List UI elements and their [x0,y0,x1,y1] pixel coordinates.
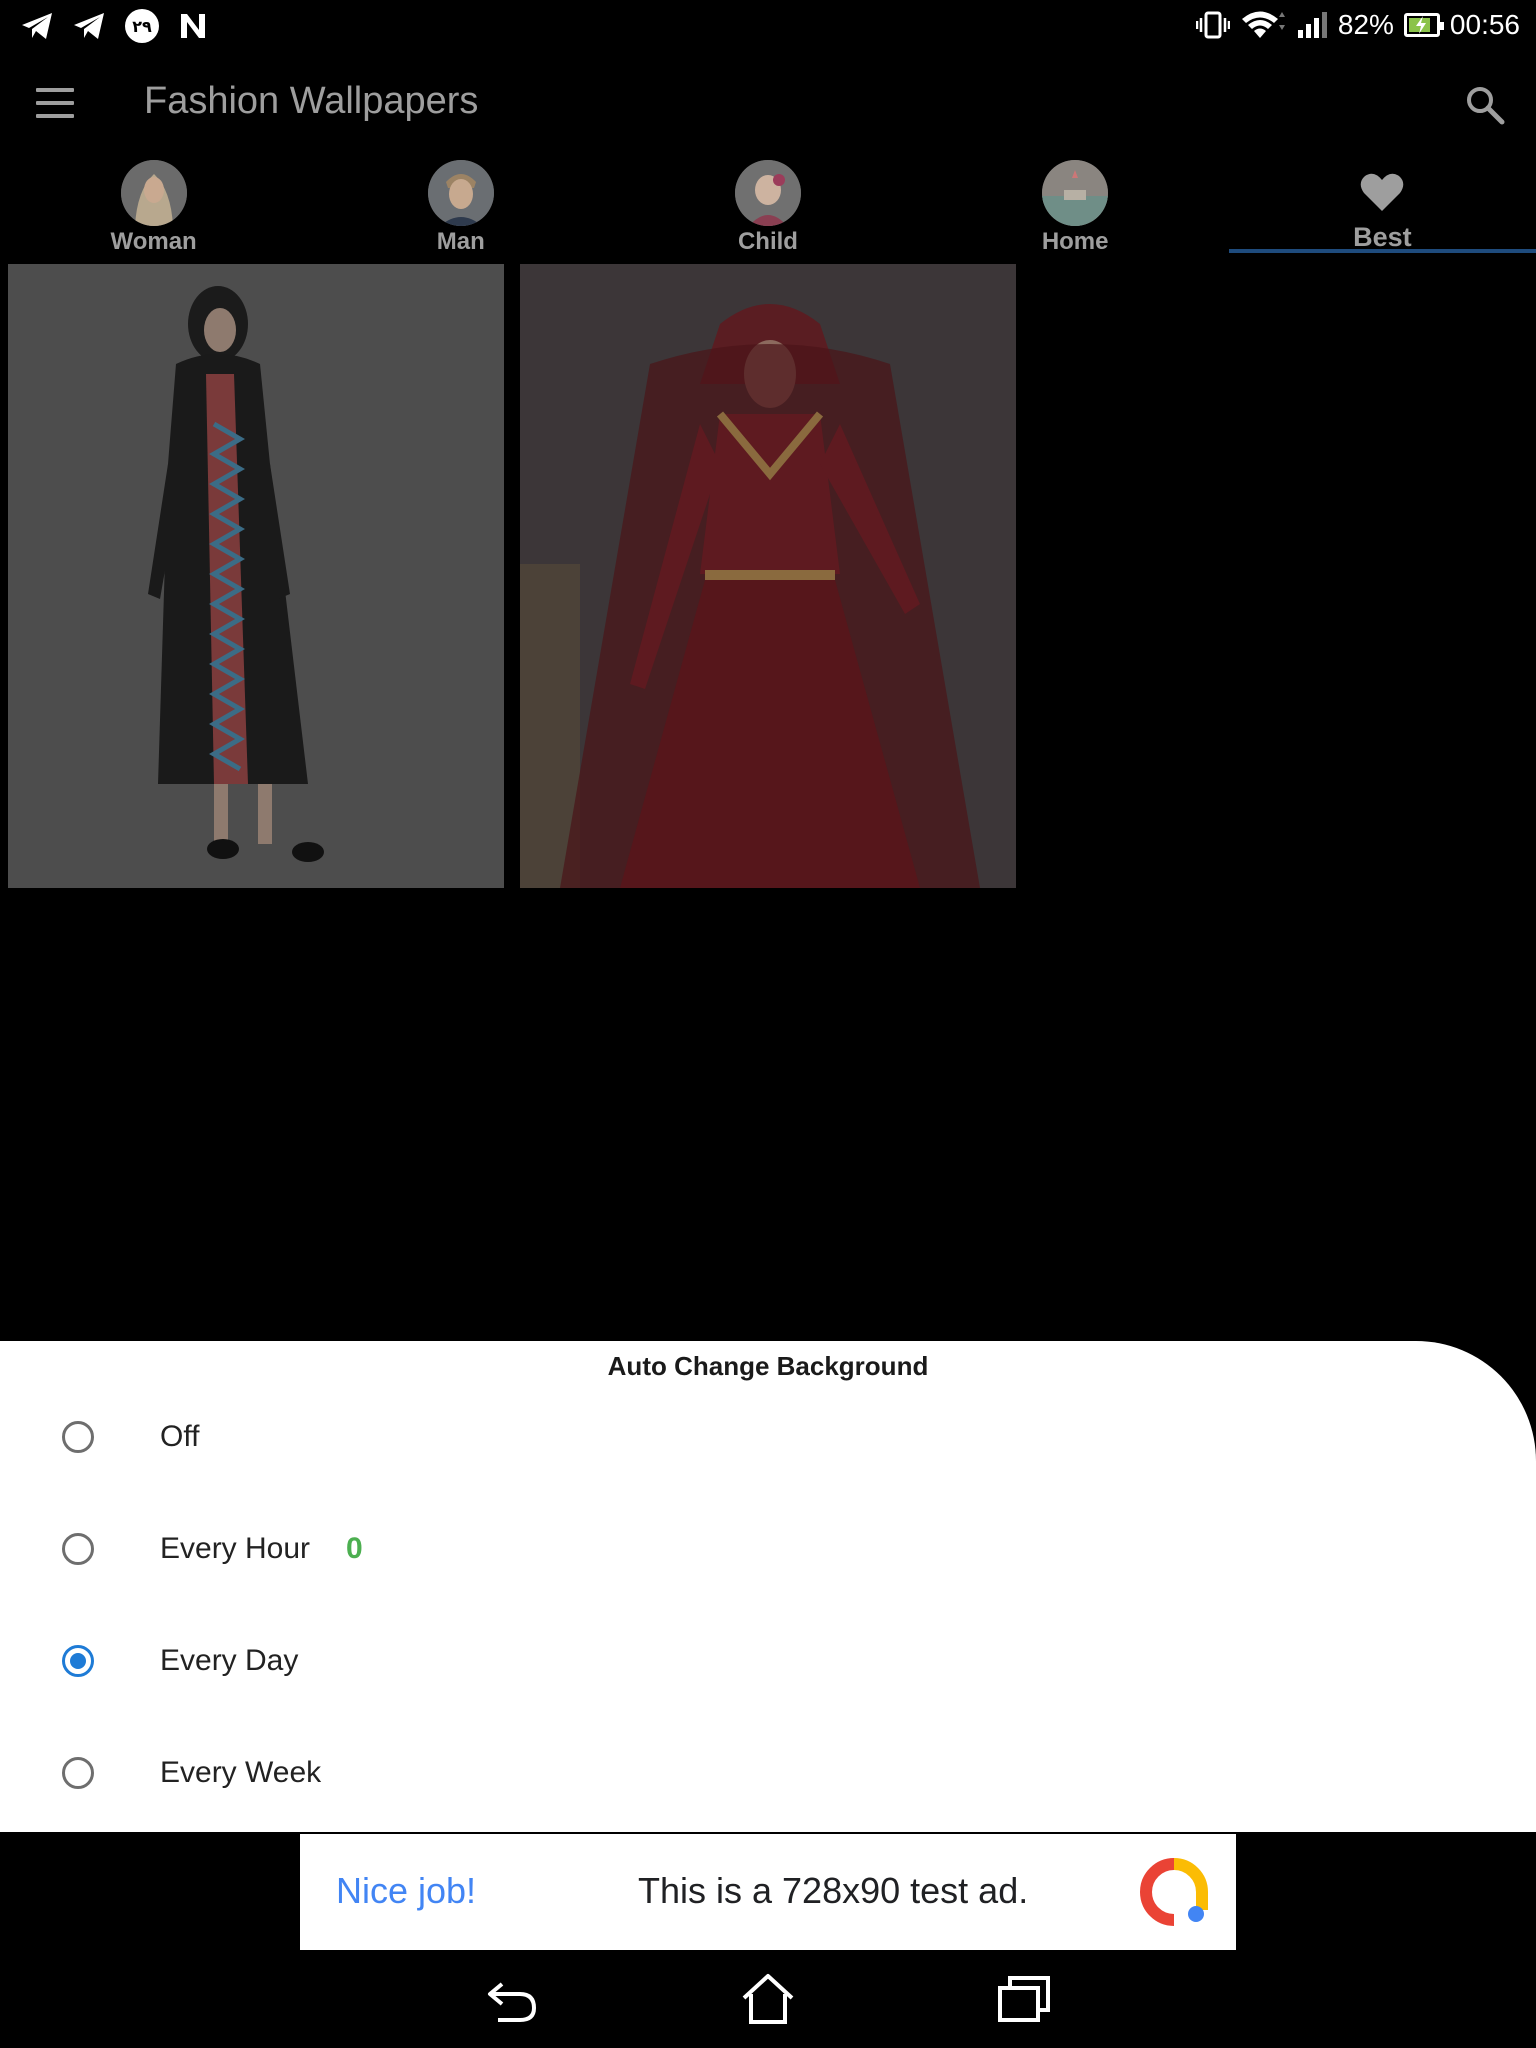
battery-charging-icon [1403,13,1444,37]
option-label: Every Week [160,1756,322,1789]
heart-icon [1361,173,1404,211]
tab-label: Home [1041,228,1109,255]
option-label: Off [160,1420,200,1453]
app-bar: Fashion Wallpapers [0,50,1536,160]
woman-avatar [120,160,187,226]
wallpaper-thumbnail[interactable] [8,264,504,888]
tab-best[interactable]: Best [1228,155,1536,255]
status-right-icons: 82% 00:56 [1195,6,1520,44]
radio-every-week[interactable] [62,1757,94,1789]
radio-every-hour[interactable] [62,1533,94,1565]
ad-text: This is a 728x90 test ad. [638,1870,1029,1911]
calendar-29-icon: ۲۹ [125,9,159,43]
tab-label: Child [737,228,798,255]
wallpaper-thumbnail[interactable] [520,264,1016,888]
option-off[interactable]: Off [0,1384,1536,1496]
tab-selected-indicator [1228,249,1536,253]
wifi-icon [1241,11,1285,38]
option-every-hour[interactable]: Every Hour 0 [0,1496,1536,1608]
telegram-icon [22,13,52,39]
ad-headline: Nice job! [336,1870,477,1911]
hamburger-menu-icon[interactable] [36,88,76,118]
child-avatar [734,160,801,226]
clock: 00:56 [1449,9,1520,40]
battery-percent: 82% [1337,9,1394,40]
signal-icon [1297,12,1327,38]
test-ad-banner[interactable]: Nice job! This is a 728x90 test ad. [300,1834,1236,1950]
app-title: Fashion Wallpapers [144,80,479,122]
sheet-title: Auto Change Background [607,1351,929,1381]
man-avatar [427,160,494,226]
tab-label: Man [436,228,485,255]
category-tabs: Woman Man Child Home Best [0,155,1536,255]
option-label: Every Hour [160,1532,311,1565]
telegram-icon [74,13,104,39]
n-icon [181,14,205,38]
tab-label: Woman [110,228,197,255]
tab-man[interactable]: Man [307,155,614,255]
radio-every-day[interactable] [62,1645,94,1677]
vibrate-icon [1195,11,1230,39]
auto-change-background-sheet: Auto Change Background Off Every Hour 0 … [0,1341,1536,1832]
radio-off[interactable] [62,1421,94,1453]
option-every-day[interactable]: Every Day [0,1608,1536,1720]
admob-logo-icon [1140,1858,1208,1926]
tab-child[interactable]: Child [614,155,921,255]
status-bar: ۲۹ 82% 00:56 [0,0,1536,50]
home-avatar [1042,160,1109,226]
home-icon[interactable] [740,1972,796,2026]
status-left-icons: ۲۹ [20,8,208,44]
system-nav-bar [0,1950,1536,2048]
hour-count: 0 [346,1532,363,1565]
calendar-badge-text: ۲۹ [132,17,152,36]
tab-woman[interactable]: Woman [0,155,307,255]
recents-icon[interactable] [996,1972,1052,2026]
option-every-week[interactable]: Every Week [0,1720,1536,1832]
search-icon[interactable] [1464,84,1506,126]
tab-home[interactable]: Home [922,155,1229,255]
option-label: Every Day [160,1644,299,1677]
back-icon[interactable] [484,1972,540,2026]
